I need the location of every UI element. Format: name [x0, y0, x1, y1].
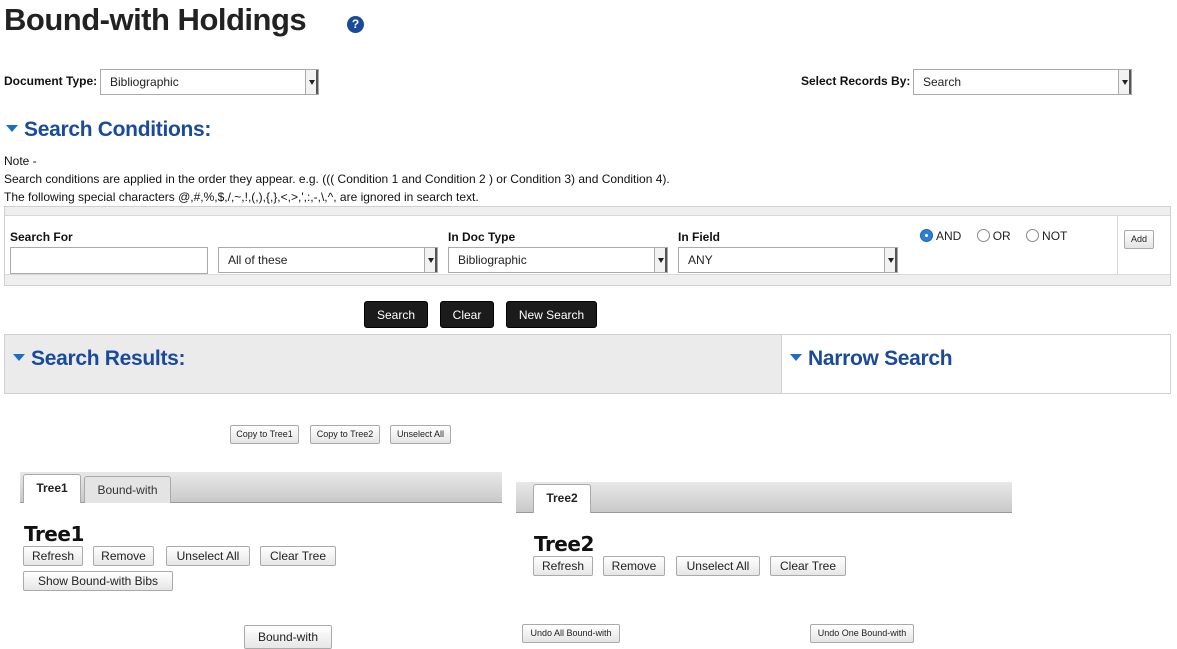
search-for-label: Search For: [10, 230, 73, 244]
copy-to-tree2-button[interactable]: Copy to Tree2: [310, 425, 380, 444]
chevron-down-icon: [1118, 70, 1131, 94]
match-select[interactable]: All of these: [218, 247, 438, 273]
in-doc-type-select[interactable]: Bibliographic: [448, 247, 668, 273]
tab-tree2[interactable]: Tree2: [533, 484, 591, 513]
tree2-refresh-button[interactable]: Refresh: [533, 556, 593, 576]
tree1-clear-tree-button[interactable]: Clear Tree: [260, 546, 336, 566]
radio-unchecked-icon: [976, 229, 990, 243]
search-condition-row: Search For All of these In Doc Type Bibl…: [5, 215, 1170, 275]
search-results-panel: Search Results:: [4, 334, 782, 394]
chevron-down-icon: [305, 70, 318, 94]
copy-to-tree1-button[interactable]: Copy to Tree1: [230, 425, 299, 444]
or-radio[interactable]: OR: [976, 229, 1011, 243]
help-icon[interactable]: ?: [347, 16, 364, 33]
tree2-unselect-all-button[interactable]: Unselect All: [676, 556, 760, 576]
and-radio[interactable]: AND: [920, 229, 961, 243]
search-conditions-heading: Search Conditions:: [24, 118, 212, 141]
tree2-tabbar: Tree2: [516, 482, 1012, 513]
caret-down-icon: [790, 353, 802, 361]
bound-with-button[interactable]: Bound-with: [244, 625, 332, 649]
narrow-search-toggle[interactable]: Narrow Search: [790, 347, 953, 371]
select-records-by-value: Search: [923, 75, 962, 89]
in-field-select[interactable]: ANY: [678, 247, 898, 273]
chevron-down-icon: [884, 248, 897, 272]
in-field-value: ANY: [688, 253, 713, 267]
note-line-2: The following special characters @,#,%,$…: [4, 190, 479, 204]
operator-radio-group: AND OR NOT: [920, 229, 1067, 243]
tree1-title: Tree1: [24, 522, 84, 546]
unselect-all-button[interactable]: Unselect All: [390, 425, 451, 444]
tree1-remove-button[interactable]: Remove: [93, 546, 154, 566]
caret-down-icon: [6, 124, 18, 132]
tab-bound-with[interactable]: Bound-with: [84, 476, 171, 503]
narrow-search-panel: Narrow Search: [781, 334, 1171, 394]
narrow-search-heading: Narrow Search: [808, 347, 953, 370]
not-radio[interactable]: NOT: [1026, 229, 1067, 243]
chevron-down-icon: [424, 248, 437, 272]
column-divider: [1117, 216, 1118, 274]
page-title: Bound-with Holdings: [4, 2, 307, 37]
chevron-down-icon: [654, 248, 667, 272]
select-records-by-label: Select Records By:: [801, 74, 911, 88]
tree2-clear-tree-button[interactable]: Clear Tree: [770, 556, 846, 576]
search-conditions-panel: Search For All of these In Doc Type Bibl…: [4, 206, 1171, 286]
in-doc-type-value: Bibliographic: [458, 253, 527, 267]
search-conditions-toggle[interactable]: Search Conditions:: [6, 118, 211, 142]
radio-unchecked-icon: [1026, 229, 1040, 243]
new-search-button[interactable]: New Search: [506, 301, 597, 328]
match-value: All of these: [228, 253, 288, 267]
search-note: Note - Search conditions are applied in …: [4, 152, 670, 206]
search-results-heading: Search Results:: [31, 347, 186, 370]
add-condition-button[interactable]: Add: [1124, 230, 1154, 249]
in-doc-type-label: In Doc Type: [448, 230, 516, 244]
note-line-1: Search conditions are applied in the ord…: [4, 172, 670, 186]
radio-checked-icon: [920, 229, 933, 243]
tree1-unselect-all-button[interactable]: Unselect All: [166, 546, 250, 566]
undo-all-bound-with-button[interactable]: Undo All Bound-with: [522, 624, 620, 643]
search-for-input[interactable]: [10, 247, 208, 274]
search-results-toggle[interactable]: Search Results:: [13, 347, 186, 371]
in-field-label: In Field: [678, 230, 720, 244]
caret-down-icon: [13, 353, 25, 361]
tree1-tabbar: Tree1 Bound-with: [20, 472, 502, 503]
document-type-value: Bibliographic: [110, 75, 179, 89]
tree1-refresh-button[interactable]: Refresh: [23, 546, 83, 566]
tree2-remove-button[interactable]: Remove: [603, 556, 665, 576]
tab-tree1[interactable]: Tree1: [23, 474, 81, 503]
document-type-label: Document Type:: [4, 74, 98, 88]
document-type-select[interactable]: Bibliographic: [100, 69, 319, 95]
search-button[interactable]: Search: [364, 301, 428, 328]
show-bound-with-bibs-button[interactable]: Show Bound-with Bibs: [23, 571, 173, 591]
select-records-by-select[interactable]: Search: [913, 69, 1132, 95]
tree2-title: Tree2: [534, 532, 594, 556]
note-title: Note -: [4, 154, 37, 168]
undo-one-bound-with-button[interactable]: Undo One Bound-with: [810, 624, 914, 643]
clear-button[interactable]: Clear: [440, 301, 494, 328]
